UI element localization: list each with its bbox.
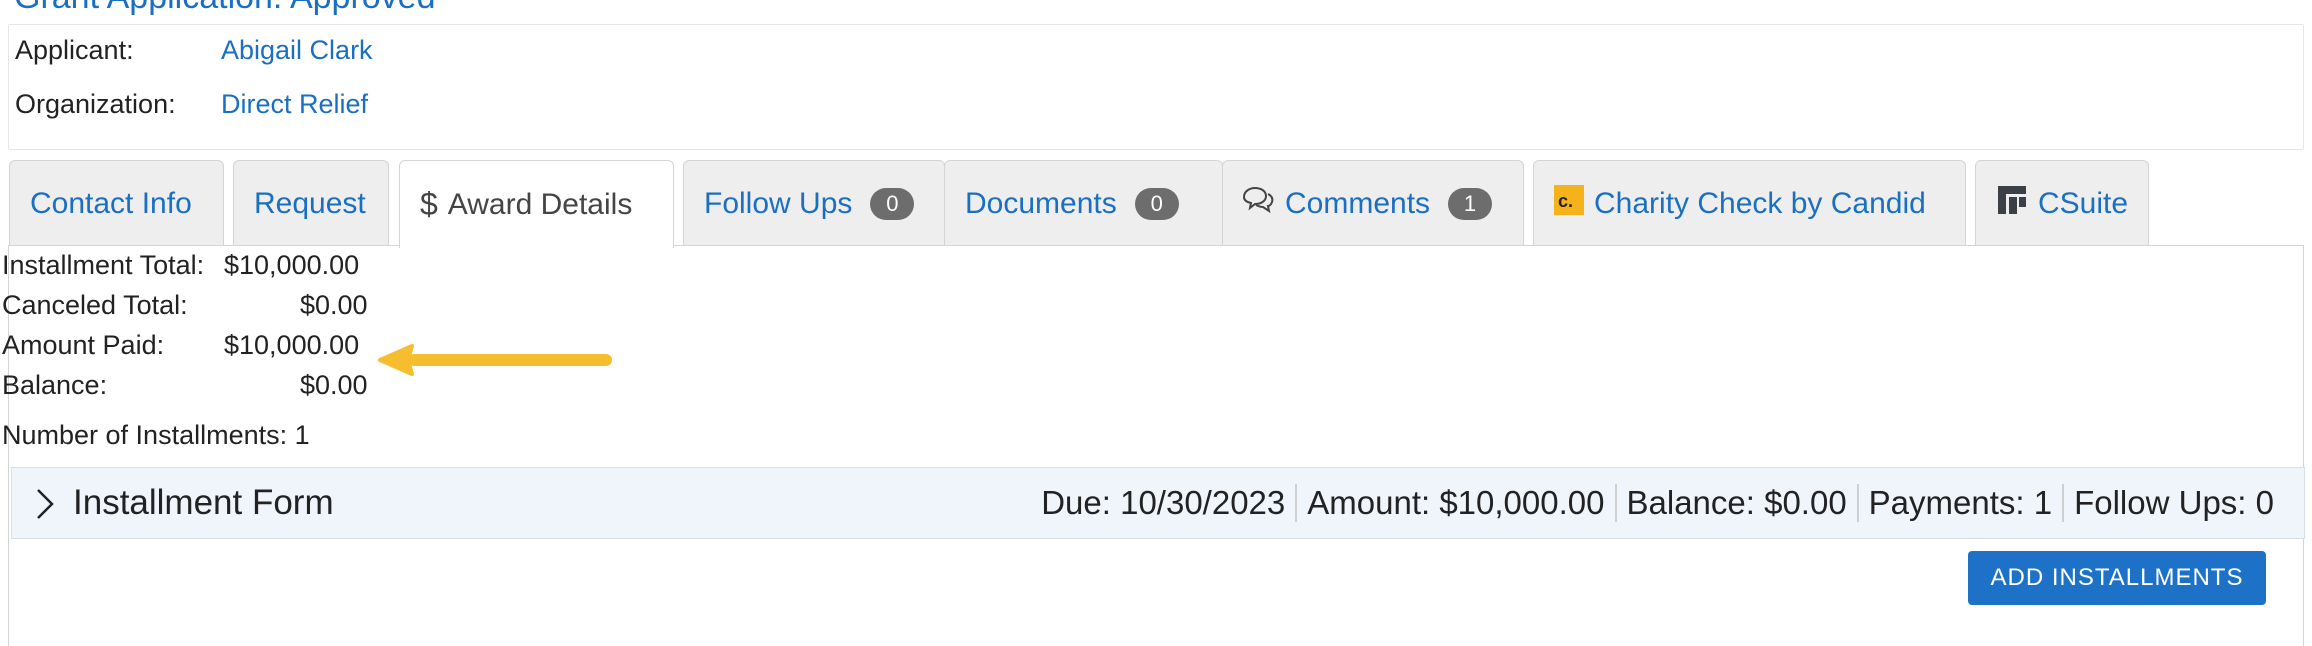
tab-comments[interactable]: Comments 1 (1222, 160, 1524, 246)
installment-count: Number of Installments: 1 (2, 420, 310, 450)
organization-link[interactable]: Direct Relief (221, 89, 368, 120)
installment-total-label: Installment Total: (2, 250, 205, 280)
csuite-logo-icon (1996, 184, 2038, 224)
page-title-cut: Grant Application: Approved (0, 0, 2312, 20)
svg-text:c.: c. (1558, 191, 1573, 211)
dollar-icon: $ (420, 186, 438, 222)
tab-csuite[interactable]: CSuite (1975, 160, 2149, 246)
candid-logo-icon: c. (1554, 184, 1594, 223)
installment-total-value: $10,000.00 (224, 250, 360, 280)
tab-label: Follow Ups (704, 186, 853, 220)
balance-label: Balance: (2, 370, 108, 400)
balance-value: $0.00 (300, 370, 368, 400)
chevron-right-icon[interactable] (34, 486, 56, 527)
installment-form-title: Installment Form (73, 483, 334, 522)
tab-label: Documents (965, 186, 1117, 220)
tab-label: CSuite (2038, 186, 2129, 220)
installment-meta: Due: 10/30/2023 Amount: $10,000.00 Balan… (1031, 484, 2284, 522)
tab-label: Contact Info (30, 186, 192, 220)
tab-follow-ups[interactable]: Follow Ups 0 (683, 160, 945, 246)
installment-payments: Payments: 1 (1856, 484, 2062, 522)
page-title: Grant Application: Approved (14, 0, 436, 17)
applicant-label: Applicant: (15, 35, 134, 65)
installment-due: Due: 10/30/2023 (1041, 484, 1286, 521)
installment-follow-ups: Follow Ups: 0 (2062, 484, 2284, 522)
tab-award-details[interactable]: $ Award Details (399, 160, 674, 248)
amount-paid-label: Amount Paid: (2, 330, 165, 360)
tab-label: Award Details (447, 187, 633, 221)
tab-request[interactable]: Request (233, 160, 389, 246)
tab-label: Comments (1285, 186, 1431, 220)
installment-amount: Amount: $10,000.00 (1295, 484, 1614, 522)
canceled-total-label: Canceled Total: (2, 290, 188, 320)
tab-label: Request (254, 186, 366, 220)
amount-paid-value: $10,000.00 (224, 330, 360, 360)
canceled-total-value: $0.00 (300, 290, 368, 320)
organization-label: Organization: (15, 89, 176, 119)
add-installments-button[interactable]: ADD INSTALLMENTS (1968, 551, 2266, 605)
installment-form-row[interactable]: Installment Form Due: 10/30/2023 Amount:… (11, 467, 2305, 539)
arrow-left-icon (378, 342, 614, 389)
documents-count-badge: 0 (1134, 187, 1179, 220)
tab-bar: Contact Info Request $ Award Details Fol… (9, 160, 2305, 248)
tab-documents[interactable]: Documents 0 (944, 160, 1223, 246)
comments-icon (1241, 185, 1285, 223)
applicant-link[interactable]: Abigail Clark (221, 35, 373, 66)
tab-charity-check[interactable]: c. Charity Check by Candid (1533, 160, 1966, 246)
applicant-info: Applicant: Abigail Clark Organization: D… (8, 24, 2304, 150)
follow-ups-count-badge: 0 (870, 187, 915, 220)
comments-count-badge: 1 (1448, 187, 1493, 220)
tab-contact-info[interactable]: Contact Info (9, 160, 224, 246)
installment-balance: Balance: $0.00 (1614, 484, 1857, 522)
tab-label: Charity Check by Candid (1594, 186, 1926, 220)
